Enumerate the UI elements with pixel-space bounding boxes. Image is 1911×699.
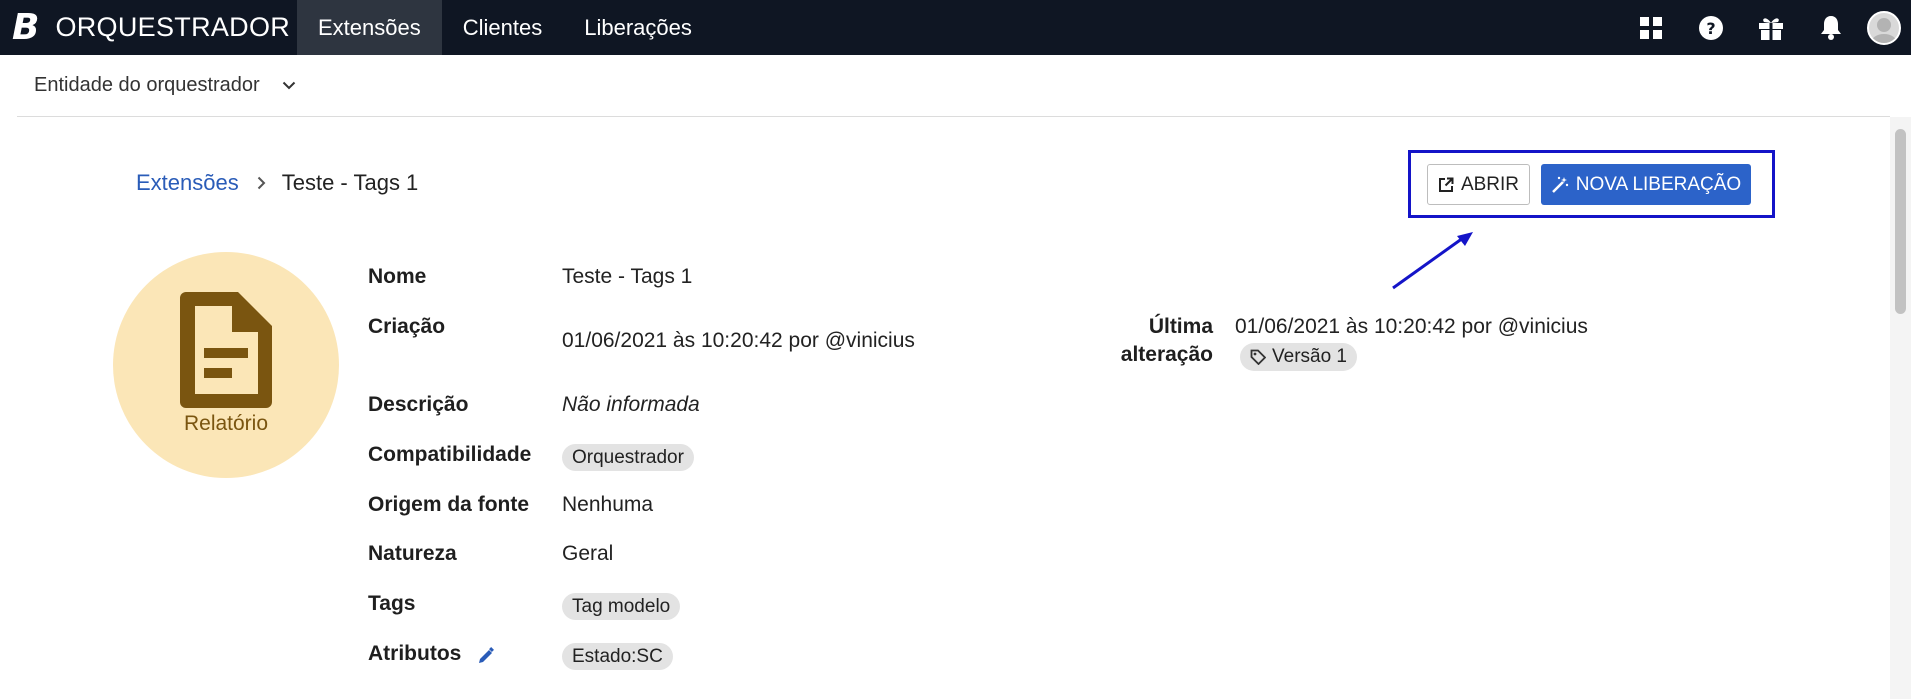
document-icon (180, 292, 272, 413)
version-chip-label: Versão 1 (1272, 346, 1347, 367)
nav-item-liberacoes[interactable]: Liberações (563, 0, 713, 55)
breadcrumb-link-extensoes[interactable]: Extensões (136, 170, 239, 196)
magic-wand-icon (1551, 176, 1569, 194)
tag-chip: Tag modelo (562, 593, 681, 620)
entity-selector[interactable]: Entidade do orquestrador (17, 74, 296, 97)
last-change-label-line2: alteração (1120, 343, 1213, 366)
attribute-chip: Estado:SC (562, 643, 673, 670)
source-origin-value: Nenhuma (562, 493, 654, 516)
extension-type-badge: Relatório (113, 252, 339, 478)
brand-logo: B (12, 6, 40, 48)
open-external-icon (1438, 177, 1454, 193)
source-origin-label: Origem da fonte (368, 493, 530, 516)
compatibility-label: Compatibilidade (368, 443, 532, 466)
last-change-label: Última alteração (1080, 313, 1213, 369)
description-value: Não informada (562, 393, 700, 416)
gift-icon[interactable] (1741, 0, 1801, 55)
name-value: Teste - Tags 1 (562, 265, 693, 288)
last-change-label-line1: Última (1148, 315, 1213, 338)
annotation-arrow (1392, 232, 1473, 290)
top-icons: ? (1621, 0, 1911, 55)
top-navigation-bar: B ORQUESTRADOR Extensões Clientes Libera… (0, 0, 1911, 55)
last-change-value: 01/06/2021 às 10:20:42 por @vinicius (1235, 315, 1588, 338)
edit-pencil-icon[interactable] (477, 647, 495, 670)
apps-grid-icon[interactable] (1621, 0, 1681, 55)
attributes-label: Atributos (368, 642, 462, 665)
entity-bar: Entidade do orquestrador (17, 55, 1890, 117)
chevron-down-icon (282, 81, 296, 90)
version-chip: Versão 1 (1240, 343, 1357, 371)
scrollbar[interactable] (1890, 117, 1911, 699)
nav-item-extensoes[interactable]: Extensões (297, 0, 442, 55)
scrollbar-thumb[interactable] (1895, 129, 1906, 314)
user-avatar[interactable] (1867, 10, 1901, 45)
tags-label: Tags (368, 592, 416, 615)
brand[interactable]: B ORQUESTRADOR (0, 0, 297, 55)
tag-icon (1250, 349, 1266, 365)
svg-text:?: ? (1706, 19, 1715, 38)
help-icon[interactable]: ? (1681, 0, 1741, 55)
nature-label: Natureza (368, 542, 457, 565)
extension-type-label: Relatório (183, 412, 269, 435)
entity-selector-label: Entidade do orquestrador (34, 74, 260, 96)
chevron-right-icon (257, 176, 266, 190)
bell-icon[interactable] (1801, 0, 1861, 55)
open-button[interactable]: ABRIR (1427, 164, 1530, 205)
breadcrumb-current: Teste - Tags 1 (281, 170, 419, 195)
main-nav: Extensões Clientes Liberações (297, 0, 713, 55)
created-label: Criação (368, 315, 446, 338)
breadcrumb: Extensões Teste - Tags 1 (136, 170, 418, 196)
nature-value: Geral (562, 542, 614, 565)
open-button-label: ABRIR (1460, 173, 1520, 195)
description-label: Descrição (368, 393, 469, 416)
created-value: 01/06/2021 às 10:20:42 por @vinicius (562, 329, 915, 352)
new-release-button[interactable]: NOVA LIBERAÇÃO (1541, 164, 1751, 205)
name-label: Nome (368, 265, 427, 288)
new-release-button-label: NOVA LIBERAÇÃO (1575, 173, 1742, 195)
compatibility-chip: Orquestrador (562, 444, 694, 471)
brand-name: ORQUESTRADOR (55, 12, 291, 42)
nav-item-clientes[interactable]: Clientes (442, 0, 563, 55)
